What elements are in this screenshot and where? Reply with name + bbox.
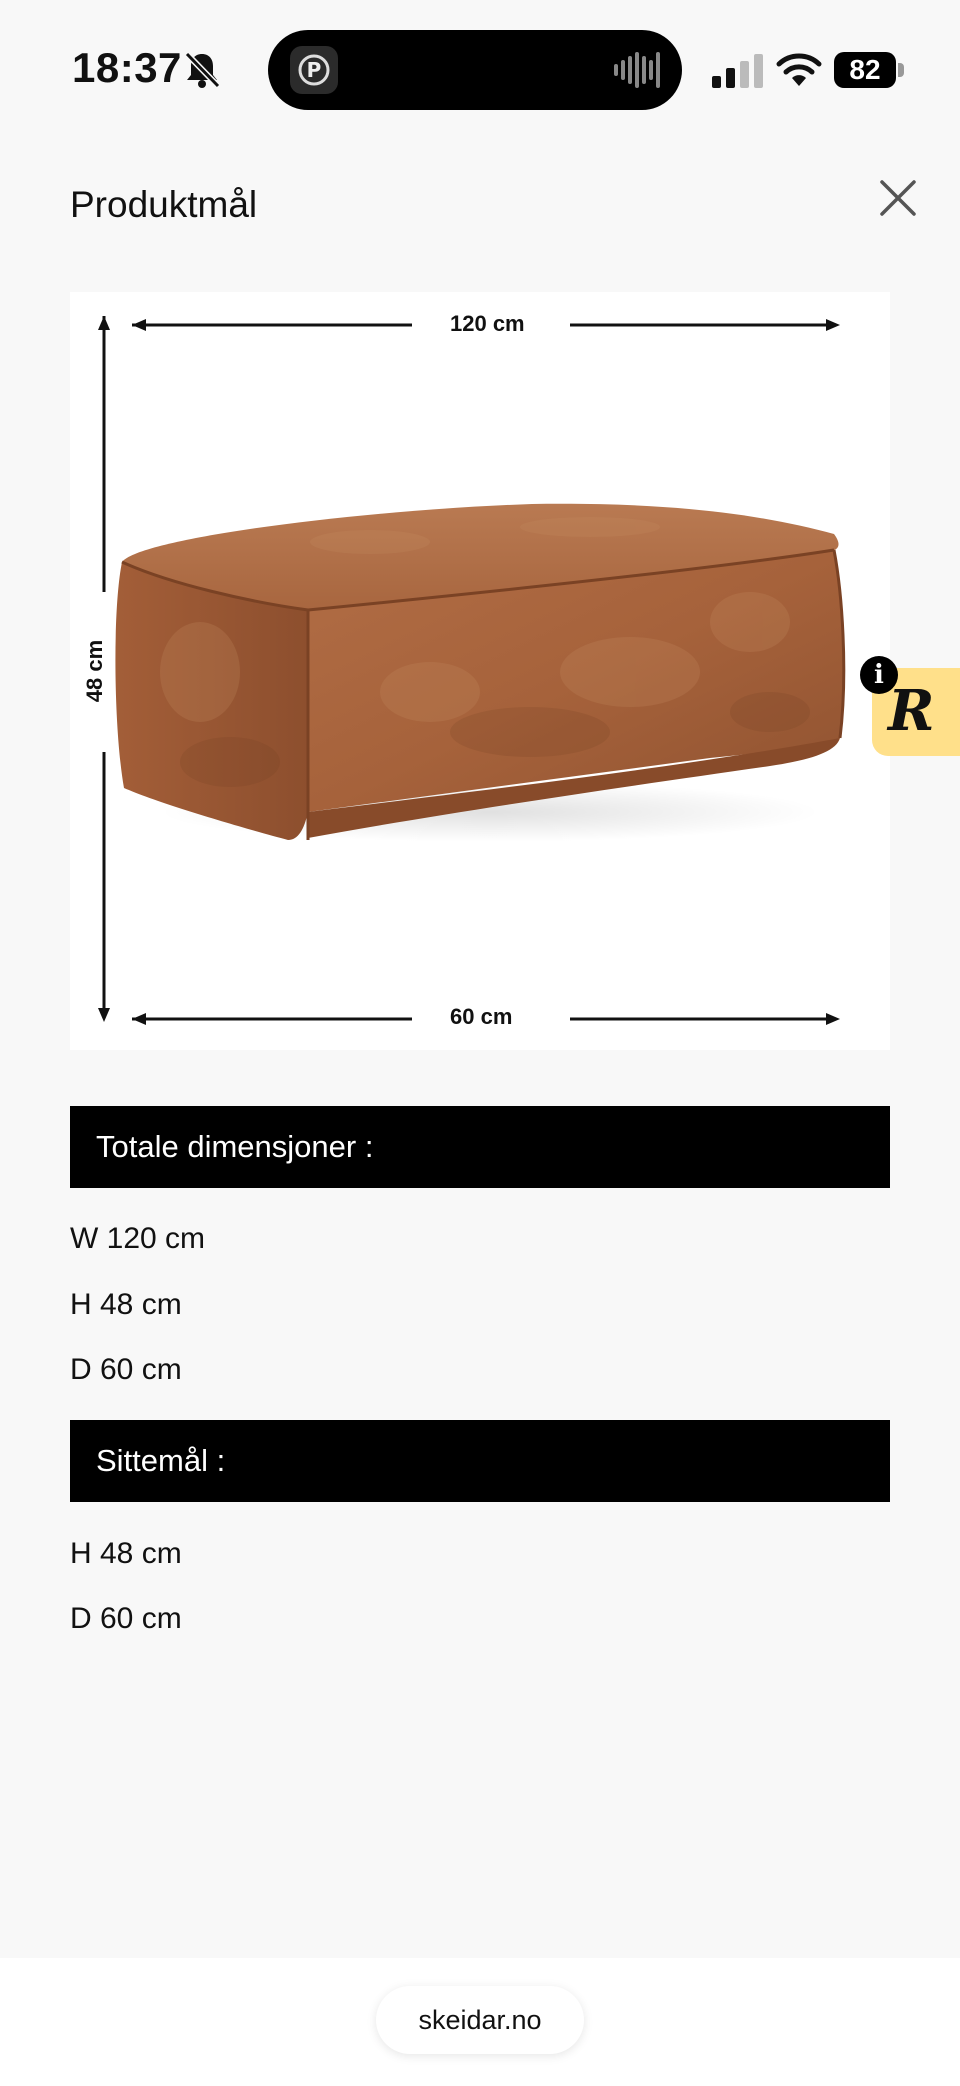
depth-label: 60 cm	[444, 1004, 519, 1030]
height-label: 48 cm	[82, 633, 109, 709]
browser-bottom-bar: skeidar.no	[0, 1958, 960, 2086]
widget-logo: R	[888, 678, 935, 744]
width-label: 120 cm	[444, 311, 531, 337]
app-icon: P	[290, 46, 338, 94]
dynamic-island: P	[268, 30, 682, 110]
page-title: Produktmål	[70, 184, 258, 225]
battery-level: 82	[834, 52, 896, 88]
product-dimension-image: 120 cm 60 cm 48 cm	[70, 292, 890, 1050]
status-bar: 18:37 P 82	[0, 0, 960, 140]
signal-icon	[712, 54, 763, 88]
section-header-seat-dimensions: Sittemål :	[70, 1420, 890, 1502]
bell-slash-icon	[184, 51, 221, 89]
section-title: Sittemål :	[96, 1443, 226, 1478]
section-header-total-dimensions: Totale dimensjoner :	[70, 1106, 890, 1188]
battery-tip	[898, 63, 904, 77]
spec-width: W 120 cm	[70, 1222, 206, 1255]
dimension-drawing	[98, 316, 846, 1025]
address-bar[interactable]: skeidar.no	[376, 1986, 584, 2054]
spec-height: H 48 cm	[70, 1288, 182, 1321]
waveform-icon	[614, 52, 660, 88]
battery-icon: 82	[834, 52, 904, 88]
section-title: Totale dimensjoner :	[96, 1129, 374, 1164]
seat-spec-depth: D 60 cm	[70, 1602, 182, 1635]
ottoman-illustration	[115, 503, 846, 842]
info-icon[interactable]: i	[860, 656, 898, 694]
svg-text:P: P	[307, 58, 322, 82]
close-icon[interactable]	[872, 172, 924, 224]
spec-depth: D 60 cm	[70, 1353, 182, 1386]
clock: 18:37	[72, 44, 182, 91]
wifi-icon	[776, 53, 822, 86]
seat-spec-height: H 48 cm	[70, 1537, 182, 1570]
